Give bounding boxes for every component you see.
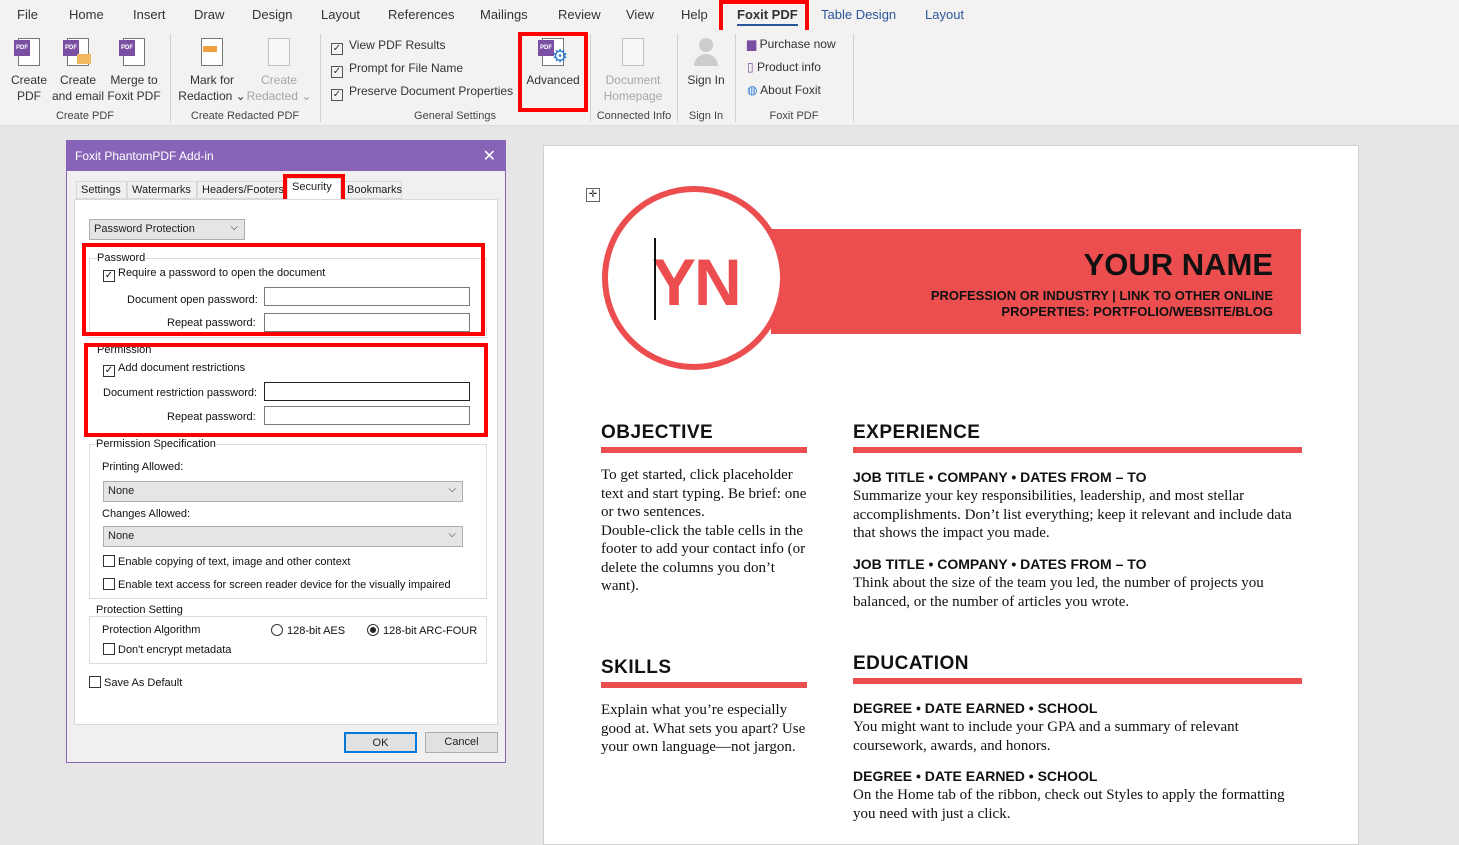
tab-draw[interactable]: Draw — [194, 7, 224, 22]
create-and-email-button[interactable]: PDF Create and email — [50, 36, 106, 104]
skills-heading: SKILLS — [601, 657, 672, 678]
prompt-file-name-checkbox[interactable]: ✓ Prompt for File Name — [331, 61, 463, 78]
tab-layout[interactable]: Layout — [321, 7, 360, 22]
ribbon: PDF Create PDF PDF Create and email PDF Mer… — [0, 30, 1459, 126]
product-info-link[interactable]: ▯ Product info — [747, 60, 821, 74]
job2-text[interactable]: Think about the size of the team you led… — [853, 574, 1303, 611]
sign-in-button[interactable]: Sign In — [686, 36, 726, 88]
close-icon[interactable]: ✕ — [483, 146, 496, 166]
doc-globe-icon: ▯ — [747, 60, 757, 74]
tab-settings[interactable]: Settings — [76, 181, 127, 199]
cancel-button[interactable]: Cancel — [425, 732, 498, 753]
tab-insert[interactable]: Insert — [133, 7, 166, 22]
table-move-handle-icon[interactable]: ✛ — [586, 188, 600, 202]
job1-title[interactable]: JOB TITLE • COMPANY • DATES FROM – TO — [853, 469, 1146, 485]
group-foxit-pdf: Foxit PDF — [769, 110, 819, 122]
dont-encrypt-metadata-checkbox[interactable]: Don't encrypt metadata — [103, 643, 231, 656]
tab-file[interactable]: File — [17, 7, 38, 22]
tab-mailings[interactable]: Mailings — [480, 7, 528, 22]
protection-setting-legend: Protection Setting — [96, 604, 183, 616]
create-and-email-label: Create and email — [51, 73, 105, 103]
degree1-text[interactable]: You might want to include your GPA and a… — [853, 718, 1303, 755]
tab-references[interactable]: References — [388, 7, 454, 22]
cart-icon: ▆ — [747, 37, 760, 51]
job2-title[interactable]: JOB TITLE • COMPANY • DATES FROM – TO — [853, 556, 1146, 572]
text-cursor — [654, 238, 656, 320]
about-foxit-link[interactable]: ◍ About Foxit — [747, 83, 821, 97]
tab-headers-footers[interactable]: Headers/Footers — [197, 181, 285, 199]
purchase-now-link[interactable]: ▆ Purchase now — [747, 37, 836, 51]
tab-bookmarks[interactable]: Bookmarks — [342, 181, 402, 199]
merge-to-foxit-label: Merge to Foxit PDF — [107, 73, 161, 103]
tab-home[interactable]: Home — [69, 7, 104, 22]
changes-allowed-select[interactable]: None ⌵ — [103, 526, 463, 547]
experience-heading: EXPERIENCE — [853, 422, 981, 443]
group-general-settings: General Settings — [414, 110, 496, 122]
skills-text[interactable]: Explain what you’re especially good at. … — [601, 701, 811, 757]
degree1-title[interactable]: DEGREE • DATE EARNED • SCHOOL — [853, 700, 1097, 716]
chevron-down-icon: ⌵ — [448, 529, 456, 540]
printing-allowed-label: Printing Allowed: — [102, 461, 184, 473]
tab-watermarks[interactable]: Watermarks — [127, 181, 197, 199]
document-homepage-button[interactable]: Document Homepage — [596, 36, 670, 104]
dialog-title: Foxit PhantomPDF Add-in — [75, 149, 214, 163]
group-create-redacted: Create Redacted PDF — [190, 110, 300, 122]
initials: YN — [652, 245, 742, 319]
arcfour-radio[interactable]: 128-bit ARC-FOUR — [367, 624, 477, 637]
merge-pdf-icon: PDF — [119, 36, 149, 70]
tab-help[interactable]: Help — [681, 7, 708, 22]
mark-for-redaction-button[interactable]: Mark for Redaction ⌄ — [176, 36, 248, 104]
view-pdf-results-checkbox[interactable]: ✓ View PDF Results — [331, 38, 445, 55]
create-pdf-icon: PDF — [14, 36, 44, 70]
resume-subtitle[interactable]: PROFESSION OR INDUSTRY | LINK TO OTHER O… — [931, 288, 1273, 320]
chevron-down-icon: ⌵ — [448, 484, 456, 495]
chevron-down-icon: ⌵ — [230, 222, 238, 233]
degree2-title[interactable]: DEGREE • DATE EARNED • SCHOOL — [853, 768, 1097, 784]
group-sign-in: Sign In — [688, 110, 724, 122]
degree2-text[interactable]: On the Home tab of the ribbon, check out… — [853, 786, 1303, 823]
highlight-password — [82, 243, 485, 336]
merge-to-foxit-button[interactable]: PDF Merge to Foxit PDF — [106, 36, 162, 104]
tab-view[interactable]: View — [626, 7, 654, 22]
highlight-advanced — [518, 32, 588, 112]
permission-spec-legend: Permission Specification — [96, 438, 216, 450]
changes-allowed-label: Changes Allowed: — [102, 508, 191, 520]
email-pdf-icon: PDF — [63, 36, 93, 70]
printing-allowed-select[interactable]: None ⌵ — [103, 481, 463, 502]
tab-table-layout[interactable]: Layout — [925, 7, 964, 22]
objective-heading: OBJECTIVE — [601, 422, 714, 443]
document-page: ✛ YN YOUR NAME PROFESSION OR INDUSTRY | … — [543, 145, 1359, 845]
protection-type-select[interactable]: Password Protection ⌵ — [89, 219, 245, 240]
algorithm-label: Protection Algorithm — [102, 624, 201, 636]
foxit-addin-dialog: Foxit PhantomPDF Add-in ✕ Settings Waterm… — [66, 140, 506, 763]
enable-reader-checkbox[interactable]: Enable text access for screen reader dev… — [103, 578, 451, 591]
create-redacted-button[interactable]: Create Redacted ⌄ — [246, 36, 312, 104]
ok-button[interactable]: OK — [344, 732, 417, 753]
highlight-permission — [84, 343, 488, 437]
resume-name[interactable]: YOUR NAME — [1084, 247, 1273, 283]
dialog-title-bar: Foxit PhantomPDF Add-in ✕ — [67, 141, 505, 171]
redaction-pen-icon — [197, 36, 227, 70]
redacted-lock-icon — [264, 36, 294, 70]
homepage-icon — [618, 36, 648, 70]
group-connected-info: Connected Info — [596, 110, 672, 122]
create-pdf-label: Create PDF — [10, 73, 48, 103]
tab-review[interactable]: Review — [558, 7, 601, 22]
globe-icon: ◍ — [747, 83, 761, 97]
job1-text[interactable]: Summarize your key responsibilities, lea… — [853, 487, 1303, 543]
create-pdf-button[interactable]: PDF Create PDF — [8, 36, 50, 104]
save-as-default-checkbox[interactable]: Save As Default — [89, 676, 182, 689]
preserve-doc-props-checkbox[interactable]: ✓ Preserve Document Properties — [331, 84, 513, 101]
tab-design[interactable]: Design — [252, 7, 292, 22]
education-heading: EDUCATION — [853, 653, 970, 674]
enable-copying-checkbox[interactable]: Enable copying of text, image and other … — [103, 555, 350, 568]
objective-text[interactable]: To get started, click placeholder text a… — [601, 466, 811, 596]
group-create-pdf: Create PDF — [55, 110, 115, 122]
aes-radio[interactable]: 128-bit AES — [271, 624, 345, 637]
tab-table-design[interactable]: Table Design — [821, 7, 896, 22]
user-icon — [691, 36, 721, 70]
